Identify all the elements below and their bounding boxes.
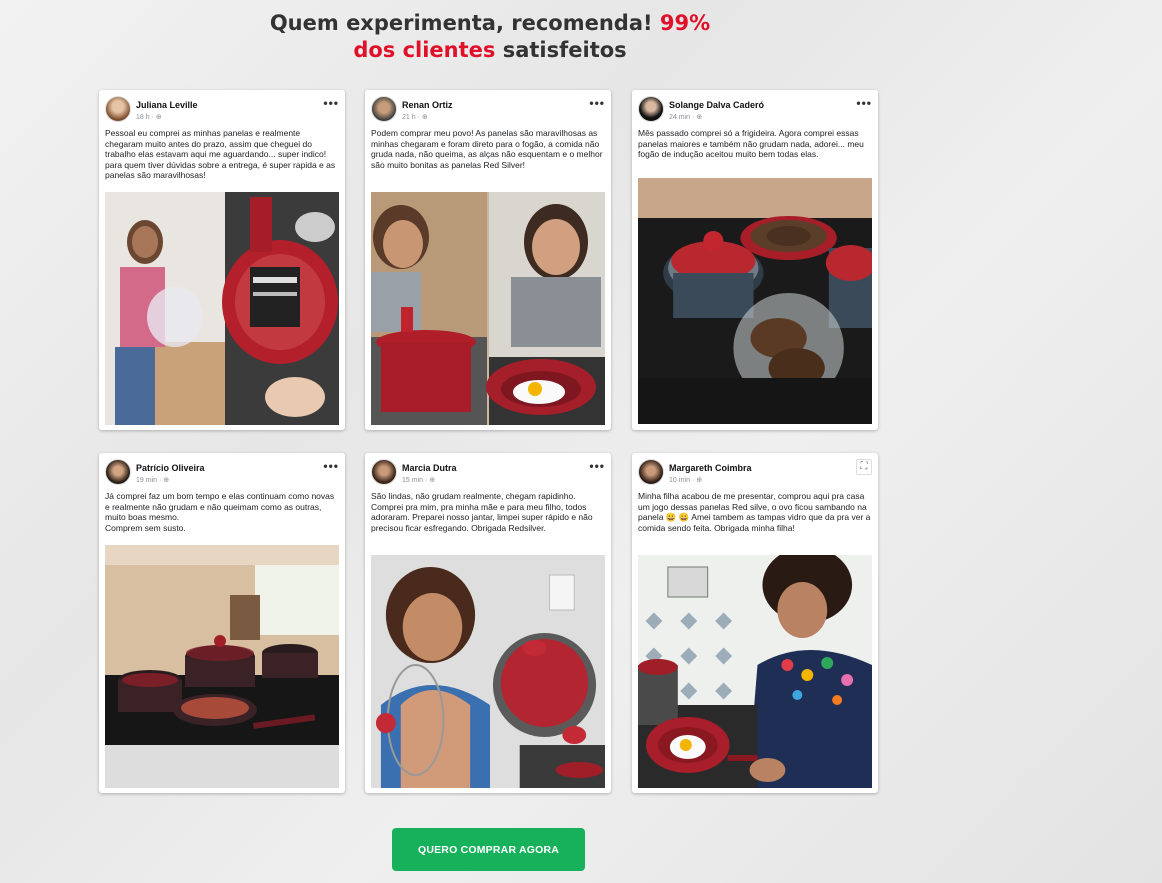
more-horiz-icon[interactable]: ••• (323, 459, 339, 472)
review-author[interactable]: Juliana Leville (136, 100, 323, 111)
headline-part1: Quem experimenta, recomenda! (269, 11, 660, 35)
review-photo (105, 192, 339, 425)
review-text: Minha filha acabou de me presentar, comp… (638, 491, 871, 533)
buy-now-button[interactable]: QUERO COMPRAR AGORA (392, 828, 585, 871)
more-horiz-icon[interactable]: ••• (589, 96, 605, 109)
review-card: Marcia Dutra 15 min · ⊕ ••• São lindas, … (365, 453, 611, 793)
avatar[interactable] (105, 96, 131, 122)
section-headline: Quem experimenta, recomenda! 99% dos cli… (220, 10, 760, 64)
review-card: Margareth Coimbra 10 min · ⊕ ⛶ Minha fil… (632, 453, 878, 793)
review-text: Já comprei faz um bom tempo e elas conti… (105, 491, 335, 533)
review-text: São lindas, não grudam realmente, chegam… (371, 491, 593, 533)
review-time: 21 h · (402, 114, 422, 121)
globe-icon: ⊕ (696, 114, 703, 121)
review-time: 19 min · (136, 477, 164, 484)
review-text: Mês passado comprei só a frigideira. Ago… (638, 128, 864, 159)
review-author[interactable]: Marcia Dutra (402, 463, 589, 474)
review-card: Patrício Oliveira 19 min · ⊕ ••• Já comp… (99, 453, 345, 793)
review-text: Pessoal eu comprei as minhas panelas e r… (105, 128, 336, 180)
review-author[interactable]: Renan Ortiz (402, 100, 589, 111)
globe-icon: ⊕ (421, 114, 428, 121)
globe-icon: ⊕ (696, 477, 703, 484)
review-photo (105, 545, 339, 788)
review-time: 18 h · (136, 114, 156, 121)
review-photo (371, 555, 605, 788)
review-time: 10 min · (669, 477, 697, 484)
review-author[interactable]: Solange Dalva Caderó (669, 100, 856, 111)
headline-satisfied: satisfeitos (495, 38, 627, 62)
globe-icon: ⊕ (155, 114, 162, 121)
review-author[interactable]: Margareth Coimbra (669, 463, 856, 474)
headline-clients: dos clientes (353, 38, 496, 62)
review-photo (371, 192, 605, 425)
avatar[interactable] (638, 96, 664, 122)
review-time: 24 min · (669, 114, 697, 121)
review-text: Podem comprar meu povo! As panelas são m… (371, 128, 603, 170)
review-photo (638, 178, 872, 424)
review-card: Renan Ortiz 21 h · ⊕ ••• Podem comprar m… (365, 90, 611, 430)
avatar[interactable] (638, 459, 664, 485)
scan-icon[interactable]: ⛶ (856, 459, 872, 475)
globe-icon: ⊕ (429, 477, 436, 484)
more-horiz-icon[interactable]: ••• (323, 96, 339, 109)
review-photo (638, 555, 872, 788)
review-time: 15 min · (402, 477, 430, 484)
more-horiz-icon[interactable]: ••• (856, 96, 872, 109)
review-card: Juliana Leville 18 h · ⊕ ••• Pessoal eu … (99, 90, 345, 430)
more-horiz-icon[interactable]: ••• (589, 459, 605, 472)
review-card: Solange Dalva Caderó 24 min · ⊕ ••• Mês … (632, 90, 878, 430)
avatar[interactable] (371, 459, 397, 485)
review-author[interactable]: Patrício Oliveira (136, 463, 323, 474)
globe-icon: ⊕ (163, 477, 170, 484)
avatar[interactable] (371, 96, 397, 122)
avatar[interactable] (105, 459, 131, 485)
headline-percent: 99% (659, 11, 711, 35)
